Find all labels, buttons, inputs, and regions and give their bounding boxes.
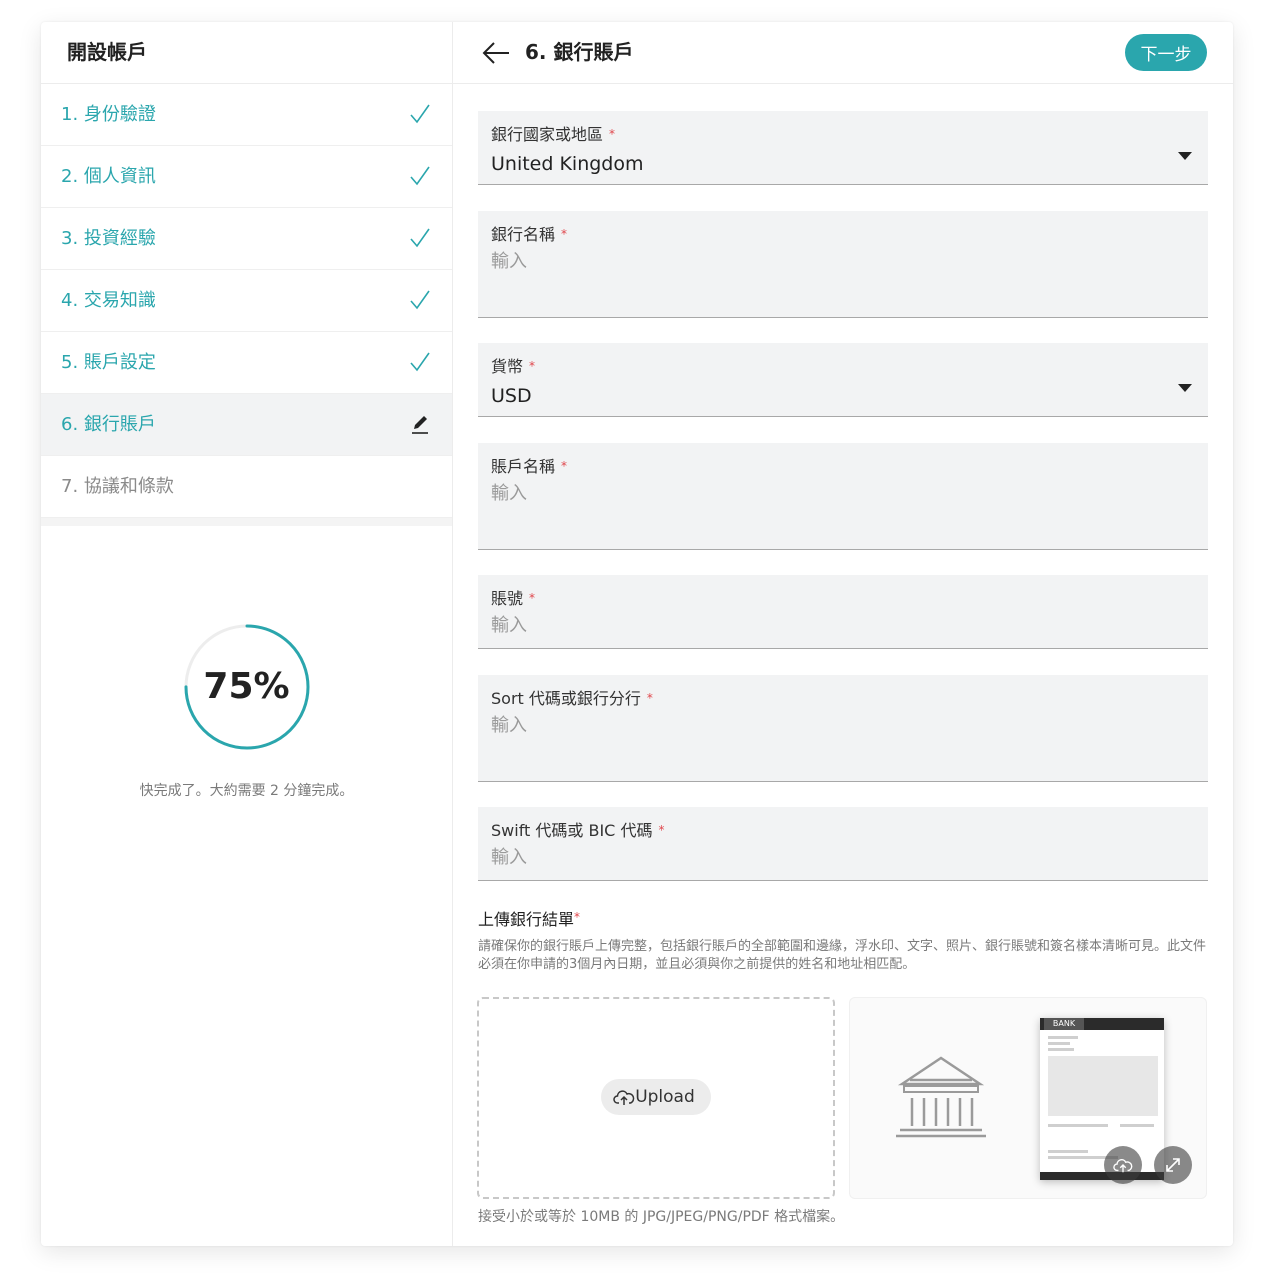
required-mark: * [529,591,536,605]
checkmark-icon [410,104,430,124]
field-label: 銀行名稱 * [491,225,568,244]
steps-sidebar: 開設帳戶 1. 身份驗證 2. 個人資訊 3. 投資經驗 4. 交易知識 5. … [41,22,453,1246]
field-label: 貨幣 * [491,357,536,376]
account-name-input[interactable] [491,483,1171,504]
required-mark: * [658,823,665,837]
required-mark: * [609,127,616,141]
bank-name-field[interactable]: 銀行名稱 * [478,211,1208,318]
steps-divider [41,518,452,526]
progress-ring: 75% [182,622,312,752]
account-number-input[interactable] [491,615,1171,636]
statement-table [1048,1056,1158,1116]
progress-percent: 75% [203,666,290,707]
swift-code-input[interactable] [491,847,1171,868]
step-bank-account[interactable]: 6. 銀行賬戶 [41,394,452,456]
cloud-upload-icon [613,1090,635,1105]
sidebar-title: 開設帳戶 [41,22,452,84]
sample-bank-statement: BANK [1040,1018,1164,1180]
step-label: 2. 個人資訊 [61,166,156,187]
upload-instructions: 請確保你的銀行賬戶上傳完整，包括銀行賬戶的全部範圍和邊緣，浮水印、文字、照片、銀… [478,939,1207,972]
currency-select[interactable]: 貨幣 * USD [478,343,1208,417]
form-header: 6. 銀行賬戶 下一步 [453,22,1233,84]
checkmark-icon [410,228,430,248]
account-name-field[interactable]: 賬戶名稱 * [478,443,1208,550]
required-mark: * [574,910,581,924]
step-label: 6. 銀行賬戶 [61,414,156,435]
required-mark: * [529,359,536,373]
statement-footer [1040,1172,1164,1180]
field-label: Swift 代碼或 BIC 代碼 * [491,821,665,840]
required-mark: * [561,459,568,473]
progress-message: 快完成了。大約需要 2 分鐘完成。 [139,783,354,799]
checkmark-icon [410,166,430,186]
step-trading-knowledge[interactable]: 4. 交易知識 [41,270,452,332]
statement-line [1048,1150,1088,1153]
sort-code-input[interactable] [491,715,1171,736]
upload-button-label: Upload [635,1087,695,1107]
page-title: 6. 銀行賬戶 [525,40,634,64]
pencil-icon [412,416,428,434]
bank-account-form-panel: 6. 銀行賬戶 下一步 銀行國家或地區 * United Kingdom 銀行名稱… [453,22,1233,1246]
sample-statement-preview: BANK [849,997,1207,1199]
field-label: Sort 代碼或銀行分行 * [491,689,653,708]
step-agreements[interactable]: 7. 協議和條款 [41,456,452,518]
sample-upload-button[interactable] [1104,1146,1142,1184]
step-label: 1. 身份驗證 [61,104,156,125]
bank-country-value: United Kingdom [491,153,644,175]
step-identity[interactable]: 1. 身份驗證 [41,84,452,146]
back-arrow-icon[interactable] [481,40,511,66]
statement-line [1048,1048,1074,1051]
upload-statement-title: 上傳銀行結單* [478,910,581,929]
step-label: 3. 投資經驗 [61,228,156,249]
checkmark-icon [410,352,430,372]
bank-name-input[interactable] [491,251,1171,272]
step-label: 5. 賬戶設定 [61,352,156,373]
cloud-upload-icon [1113,1159,1133,1173]
currency-value: USD [491,385,532,407]
account-number-field[interactable]: 賬號 * [478,575,1208,649]
bank-building-icon [896,1056,986,1138]
expand-icon [1166,1158,1180,1172]
step-account-settings[interactable]: 5. 賬戶設定 [41,332,452,394]
step-personal-info[interactable]: 2. 個人資訊 [41,146,452,208]
dropdown-caret-icon[interactable] [1178,152,1192,160]
upload-button[interactable]: Upload [601,1079,711,1115]
checkmark-icon [410,290,430,310]
field-label: 銀行國家或地區 * [491,125,616,144]
progress-section: 75% 快完成了。大約需要 2 分鐘完成。 [41,622,452,800]
steps-list: 1. 身份驗證 2. 個人資訊 3. 投資經驗 4. 交易知識 5. 賬戶設定 … [41,84,452,518]
statement-line [1048,1124,1108,1127]
step-investment-experience[interactable]: 3. 投資經驗 [41,208,452,270]
expand-preview-button[interactable] [1154,1146,1192,1184]
field-label: 賬戶名稱 * [491,457,568,476]
swift-code-field[interactable]: Swift 代碼或 BIC 代碼 * [478,807,1208,881]
bank-country-select[interactable]: 銀行國家或地區 * United Kingdom [478,111,1208,185]
dropdown-caret-icon[interactable] [1178,384,1192,392]
required-mark: * [561,227,568,241]
upload-dropzone[interactable]: Upload [477,997,835,1199]
field-label: 賬號 * [491,589,536,608]
account-opening-card: 開設帳戶 1. 身份驗證 2. 個人資訊 3. 投資經驗 4. 交易知識 5. … [41,22,1233,1246]
sort-code-field[interactable]: Sort 代碼或銀行分行 * [478,675,1208,782]
step-label: 4. 交易知識 [61,290,156,311]
required-mark: * [646,691,653,705]
statement-bank-label: BANK [1044,1018,1084,1030]
statement-line [1048,1042,1070,1045]
statement-line [1048,1036,1078,1039]
statement-line [1120,1124,1154,1127]
step-label: 7. 協議和條款 [61,476,174,497]
file-requirements-note: 接受小於或等於 10MB 的 JPG/JPEG/PNG/PDF 格式檔案。 [478,1209,845,1225]
next-step-button[interactable]: 下一步 [1125,34,1207,71]
